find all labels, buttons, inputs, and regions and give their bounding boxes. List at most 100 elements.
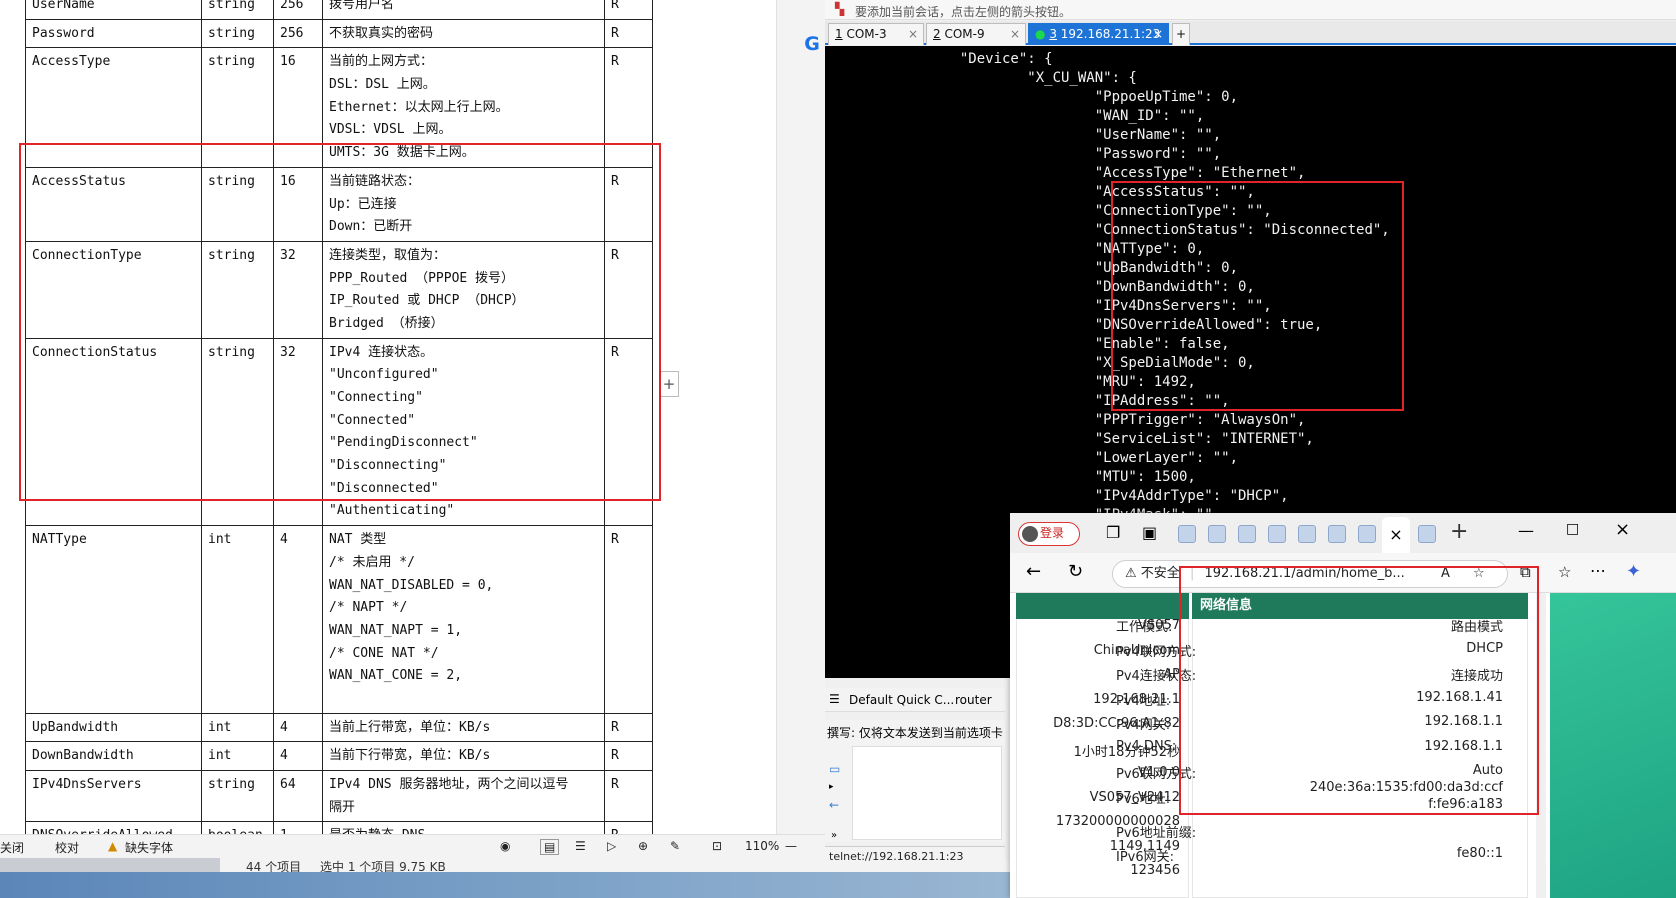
warning-icon: ▲: [108, 839, 118, 853]
active-tab-close[interactable]: ×: [1382, 517, 1410, 553]
network-info-label: Pv6地址:: [1116, 791, 1171, 807]
compose-icon[interactable]: ▭: [829, 762, 840, 776]
info-bar-text: 要添加当前会话，点击左侧的箭头按钮。: [855, 5, 1072, 19]
tab-favicon[interactable]: [1298, 525, 1316, 543]
menu-icon[interactable]: ☰: [829, 692, 840, 706]
desc-line: WAN_NAT_CONE = 2,: [329, 668, 463, 684]
connected-icon: ●: [1035, 27, 1046, 41]
missing-font-button[interactable]: 缺失字体: [125, 839, 173, 856]
send-icon[interactable]: ←: [829, 798, 839, 812]
tab-favicon[interactable]: [1238, 525, 1256, 543]
close-icon[interactable]: ×: [1153, 24, 1163, 44]
tab-telnet[interactable]: ● 3 192.168.21.1:23 ×: [1028, 23, 1169, 45]
router-tab[interactable]: router: [955, 693, 992, 707]
table-cell-size: 64: [273, 770, 323, 823]
console-line: "IPv4AddrType": "DHCP",: [825, 488, 1289, 504]
tab-favicon[interactable]: [1418, 525, 1436, 543]
eye-icon[interactable]: ◉: [500, 839, 510, 853]
document-window: UserName string 256 拨号用户名 R Password string 256…: [0, 0, 825, 858]
desc-line: Ethernet：以太网上行上网。: [329, 99, 509, 115]
bookmark-icon: ▚: [835, 2, 845, 16]
collections-icon[interactable]: ❐: [1106, 523, 1120, 542]
tab-label: 192.168.21.1:23: [1060, 27, 1161, 41]
close-icon[interactable]: ×: [908, 24, 918, 44]
device-info-value: 123456: [1130, 863, 1180, 878]
outline-view-icon[interactable]: ☰: [575, 839, 586, 853]
tab-actions-icon[interactable]: ▣: [1142, 523, 1157, 542]
compose-textarea[interactable]: [852, 746, 1002, 840]
network-info-label: 工作模式:: [1116, 620, 1173, 635]
desc-line: 当前下行带宽，单位：KB/s: [329, 748, 491, 764]
browser-window: 登录 ❐ ▣ × + — □ × ← ↻ ⧉ ☆ ⋯ ✦ ⚠ 不安全 | 192…: [1010, 513, 1676, 898]
minimize-icon[interactable]: —: [1518, 521, 1534, 540]
page-background-panel: [1550, 593, 1676, 898]
table-row: IPv4DnsServers string 64 IPv4 DNS 服务器地址，两个之…: [25, 770, 653, 823]
table-cell-name: UserName: [25, 0, 202, 20]
tab-favicon[interactable]: [1358, 525, 1376, 543]
network-info-label: Pv4网关:: [1116, 718, 1171, 733]
tab-number: 1: [835, 27, 843, 41]
zoom-level: 110%: [745, 839, 780, 853]
favorites-icon[interactable]: ☆: [1558, 563, 1571, 581]
tab-favicon[interactable]: [1178, 525, 1196, 543]
pen-icon[interactable]: ✎: [670, 839, 680, 853]
table-cell-type: int: [201, 525, 274, 714]
tab-com9[interactable]: 2 COM-9 ×: [926, 23, 1026, 45]
tab-favicon[interactable]: [1208, 525, 1226, 543]
proofread-button[interactable]: 校对: [55, 839, 79, 856]
add-row-icon[interactable]: +: [659, 371, 679, 397]
table-cell-desc: 当前上行带宽，单位：KB/s: [322, 712, 605, 743]
desc-line: 隔开: [329, 799, 356, 815]
play-icon[interactable]: ▷: [607, 839, 616, 853]
more-icon[interactable]: ⋯: [1590, 561, 1606, 580]
desc-line: [329, 688, 598, 711]
tab-com3[interactable]: 1 COM-3 ×: [828, 23, 924, 45]
table-cell-acc: R: [604, 770, 653, 823]
desc-line: DSL：DSL 上网。: [329, 77, 436, 93]
console-line: "X_CU_WAN": {: [825, 70, 1137, 86]
desc-line: 拨号用户名: [329, 0, 395, 12]
table-cell-name: NATType: [25, 525, 202, 714]
desc-line: 当前上行带宽，单位：KB/s: [329, 719, 491, 735]
close-icon[interactable]: ×: [1010, 24, 1020, 44]
compose-label-bar: 撰写: 仅将文本发送到当前选项卡: [825, 720, 1005, 742]
table-cell-desc: 当前下行带宽，单位：KB/s: [322, 741, 605, 772]
table-cell-type: string: [201, 18, 274, 49]
table-cell-size: 4: [273, 525, 323, 714]
desc-line: 不获取真实的密码: [329, 25, 434, 41]
quick-command-label[interactable]: Default Quick C...: [849, 693, 954, 707]
collapse-icon[interactable]: »: [831, 830, 837, 841]
desc-line: /* CONE NAT */: [329, 645, 439, 661]
table-row: UserName string 256 拨号用户名 R: [25, 0, 653, 20]
insecure-label: 不安全: [1140, 566, 1180, 581]
fit-icon[interactable]: ⊡: [712, 839, 722, 853]
table-cell-name: Password: [25, 18, 202, 49]
maximize-icon[interactable]: □: [1566, 521, 1579, 537]
new-tab-icon[interactable]: +: [1450, 519, 1468, 544]
tab-favicon[interactable]: [1328, 525, 1346, 543]
network-info-value: fe80::1: [1456, 846, 1503, 861]
table-cell-desc: IPv4 DNS 服务器地址，两个之间以逗号 隔开: [322, 770, 605, 823]
copilot-icon[interactable]: ✦: [1626, 561, 1641, 582]
refresh-icon[interactable]: ↻: [1068, 561, 1083, 582]
table-cell-type: int: [201, 712, 274, 743]
translate-icon[interactable]: G: [801, 33, 823, 55]
compose-label: 撰写: 仅将文本发送到当前选项卡: [827, 726, 1003, 740]
table-row: DownBandwidth int 4 当前下行带宽，单位：KB/s R: [25, 741, 653, 772]
expand-icon[interactable]: ▸: [829, 782, 834, 792]
web-view-icon[interactable]: ⊕: [638, 839, 648, 853]
page-view-icon[interactable]: ▤: [540, 839, 560, 855]
tab-favicon[interactable]: [1268, 525, 1286, 543]
login-button[interactable]: 登录: [1018, 522, 1080, 546]
zoom-out-button[interactable]: —: [785, 839, 797, 853]
desc-line: VDSL：VDSL 上网。: [329, 122, 452, 138]
close-label[interactable]: 关闭: [0, 839, 24, 856]
highlight-box-browser: [1179, 566, 1539, 815]
new-tab-button[interactable]: +: [1172, 23, 1190, 45]
network-info-label: Pv4地址:: [1116, 693, 1171, 709]
table-cell-name: UpBandwidth: [25, 712, 202, 743]
back-icon[interactable]: ←: [1026, 561, 1041, 582]
terminal-status-bar: telnet://192.168.21.1:23: [825, 846, 1005, 866]
table-cell-type: int: [201, 741, 274, 772]
close-window-icon[interactable]: ×: [1615, 519, 1630, 540]
